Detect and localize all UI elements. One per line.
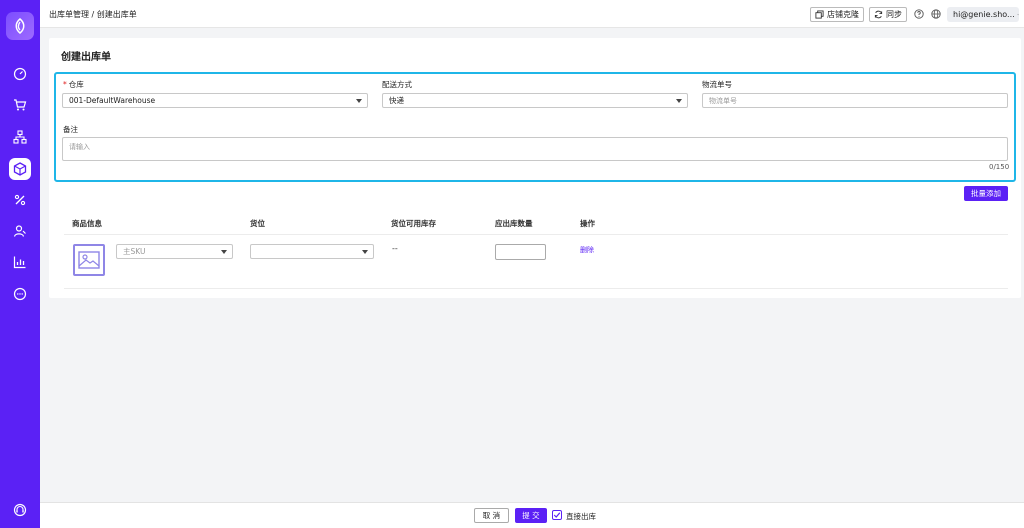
hierarchy-icon <box>13 130 27 144</box>
dashboard-icon <box>13 67 27 81</box>
sidebar-item-orders[interactable] <box>9 94 31 116</box>
store-clone-label: 店铺克隆 <box>827 10 859 19</box>
box-icon <box>13 162 27 176</box>
sku-select[interactable]: 主SKU <box>116 244 233 259</box>
required-mark: * <box>63 80 67 89</box>
image-icon <box>78 251 100 269</box>
shipping-label: 配送方式 <box>382 80 412 89</box>
help-button[interactable] <box>913 8 925 20</box>
quantity-input[interactable] <box>495 244 546 260</box>
cancel-button[interactable]: 取 消 <box>474 508 509 523</box>
delete-row-link[interactable]: 删除 <box>580 245 594 255</box>
breadcrumb: 出库单管理 / 创建出库单 <box>49 9 137 20</box>
caret-down-icon <box>356 99 362 103</box>
caret-down-icon <box>221 250 227 254</box>
help-icon <box>914 9 924 19</box>
sidebar-item-dashboard[interactable] <box>9 63 31 85</box>
sidebar-item-customers[interactable] <box>9 220 31 242</box>
caret-down-icon <box>362 250 368 254</box>
sku-placeholder: 主SKU <box>123 247 146 256</box>
store-clone-icon <box>815 10 824 19</box>
logo-icon <box>15 18 25 34</box>
warehouse-value: 001-DefaultWarehouse <box>69 96 156 105</box>
chart-icon <box>13 256 26 269</box>
shipping-value: 快递 <box>389 96 404 105</box>
submit-button[interactable]: 提 交 <box>515 508 547 523</box>
users-icon <box>13 225 26 237</box>
sidebar-item-reports[interactable] <box>9 251 31 273</box>
topbar: 出库单管理 / 创建出库单 店铺克隆 同步 hi@genie.sho... <box>40 0 1024 28</box>
direct-out-label: 直接出库 <box>566 512 596 521</box>
language-button[interactable] <box>930 8 942 20</box>
sidebar-item-promotions[interactable] <box>9 189 31 211</box>
product-image-placeholder[interactable] <box>73 244 105 276</box>
globe-icon <box>931 9 941 19</box>
app-logo[interactable] <box>6 12 34 40</box>
sidebar-item-messages[interactable] <box>9 283 31 305</box>
percent-icon <box>14 194 26 206</box>
cart-icon <box>14 99 27 111</box>
remark-counter: 0/150 <box>989 163 1010 171</box>
sidebar-item-inventory[interactable] <box>9 158 31 180</box>
page-title: 创建出库单 <box>61 52 111 63</box>
direct-out-checkbox[interactable] <box>552 510 562 520</box>
shipping-method-select[interactable]: 快递 <box>382 93 688 108</box>
sidebar-item-support[interactable] <box>9 499 31 521</box>
col-header-product: 商品信息 <box>72 219 102 228</box>
breadcrumb-parent[interactable]: 出库单管理 <box>49 10 89 19</box>
outbound-form <box>54 72 1016 182</box>
headset-icon <box>13 503 27 517</box>
user-menu[interactable]: hi@genie.sho... <box>947 7 1019 22</box>
checkmark-icon <box>553 512 561 518</box>
tracking-number-input[interactable]: 物流单号 <box>702 93 1008 108</box>
table-row-divider <box>64 288 1008 289</box>
breadcrumb-current: 创建出库单 <box>96 10 137 19</box>
caret-down-icon <box>676 99 682 103</box>
tracking-label: 物流单号 <box>702 80 732 89</box>
col-header-available-stock: 货位可用库存 <box>391 219 436 228</box>
available-stock-value: -- <box>392 244 398 253</box>
col-header-quantity: 应出库数量 <box>495 219 533 228</box>
col-header-action: 操作 <box>580 219 595 228</box>
sync-icon <box>874 10 883 19</box>
col-header-location: 货位 <box>250 219 265 228</box>
sidebar-item-structure[interactable] <box>9 126 31 148</box>
warehouse-label-text: 仓库 <box>68 80 84 89</box>
table-header-divider <box>64 234 1008 235</box>
store-clone-button[interactable]: 店铺克隆 <box>810 7 864 22</box>
sidebar <box>0 0 40 528</box>
warehouse-label: * 仓库 <box>63 79 84 90</box>
batch-add-button[interactable]: 批量添加 <box>964 186 1008 201</box>
sync-label: 同步 <box>886 10 902 19</box>
chevron-down-icon <box>1017 14 1019 16</box>
remark-textarea[interactable]: 请输入 <box>62 137 1008 161</box>
sync-button[interactable]: 同步 <box>869 7 907 22</box>
breadcrumb-separator: / <box>89 10 97 19</box>
location-select[interactable] <box>250 244 374 259</box>
chat-icon <box>13 287 27 301</box>
user-email: hi@genie.sho... <box>953 10 1015 19</box>
remark-label: 备注 <box>63 125 78 134</box>
warehouse-select[interactable]: 001-DefaultWarehouse <box>62 93 368 108</box>
